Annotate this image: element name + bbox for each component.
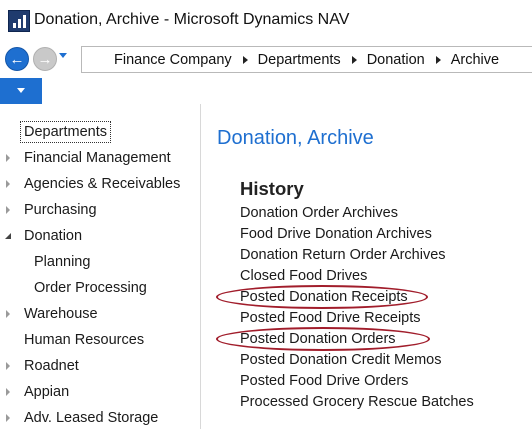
sidebar-item-adv-leased-storage[interactable]: Adv. Leased Storage <box>0 406 198 430</box>
sidebar-item-order-processing[interactable]: Order Processing <box>0 276 198 300</box>
expand-arrow-icon[interactable] <box>6 154 10 162</box>
breadcrumb-item[interactable]: Donation <box>367 52 425 68</box>
sidebar-item-warehouse[interactable]: Warehouse <box>0 302 198 326</box>
sidebar-item-label: Donation <box>24 228 83 244</box>
expand-arrow-icon[interactable] <box>6 388 10 396</box>
expand-arrow-icon[interactable] <box>6 180 10 188</box>
link-processed-grocery-rescue-batches[interactable]: Processed Grocery Rescue Batches <box>240 393 474 411</box>
link-closed-food-drives[interactable]: Closed Food Drives <box>240 267 367 285</box>
chevron-down-icon <box>17 88 25 93</box>
sidebar-item-roadnet[interactable]: Roadnet <box>0 354 198 378</box>
link-posted-donation-credit-memos[interactable]: Posted Donation Credit Memos <box>240 351 442 369</box>
dynamics-nav-icon <box>8 10 30 32</box>
navigation-bar: ← → Finance Company Departments Donation… <box>0 42 532 78</box>
title-bar: Donation, Archive - Microsoft Dynamics N… <box>0 0 532 42</box>
sidebar-item-label: Appian <box>24 384 70 400</box>
expand-arrow-icon[interactable] <box>6 414 10 422</box>
page-title: Donation, Archive <box>217 127 374 149</box>
sidebar-item-purchasing[interactable]: Purchasing <box>0 198 198 222</box>
sidebar-item-label: Purchasing <box>24 202 97 218</box>
history-heading: History <box>240 178 304 199</box>
expand-arrow-icon[interactable] <box>6 362 10 370</box>
expand-arrow-icon[interactable] <box>6 310 10 318</box>
sidebar-item-label: Planning <box>34 254 91 270</box>
breadcrumb-item[interactable]: Finance Company <box>114 52 232 68</box>
navigation-pane: Departments Financial Management Agencie… <box>0 104 201 429</box>
forward-arrow-icon[interactable]: → <box>33 47 57 71</box>
sidebar-item-appian[interactable]: Appian <box>0 380 198 404</box>
link-donation-order-archives[interactable]: Donation Order Archives <box>240 204 398 222</box>
sidebar-item-label: Human Resources <box>24 332 145 348</box>
sidebar-item-label: Order Processing <box>34 280 147 296</box>
application-menu-button[interactable] <box>0 78 42 104</box>
chevron-right-icon[interactable] <box>351 55 357 64</box>
chevron-right-icon[interactable] <box>242 55 248 64</box>
link-posted-food-drive-orders[interactable]: Posted Food Drive Orders <box>240 372 408 390</box>
sidebar-item-donation[interactable]: Donation <box>0 224 198 248</box>
breadcrumb[interactable]: Finance Company Departments Donation Arc… <box>81 46 532 73</box>
expand-arrow-icon[interactable] <box>6 206 10 214</box>
sidebar-item-label: Warehouse <box>24 306 98 322</box>
sidebar-item-financial-management[interactable]: Financial Management <box>0 146 198 170</box>
sidebar-item-agencies-receivables[interactable]: Agencies & Receivables <box>0 172 198 196</box>
collapse-arrow-icon[interactable] <box>5 233 11 239</box>
breadcrumb-item[interactable]: Archive <box>451 52 499 68</box>
link-posted-food-drive-receipts[interactable]: Posted Food Drive Receipts <box>240 309 421 327</box>
link-posted-donation-orders[interactable]: Posted Donation Orders <box>240 330 396 348</box>
chevron-right-icon[interactable] <box>435 55 441 64</box>
back-arrow-icon[interactable]: ← <box>5 47 29 71</box>
link-posted-donation-receipts[interactable]: Posted Donation Receipts <box>240 288 408 306</box>
sidebar-item-label: Roadnet <box>24 358 79 374</box>
link-food-drive-donation-archives[interactable]: Food Drive Donation Archives <box>240 225 432 243</box>
sidebar-item-human-resources[interactable]: Human Resources <box>0 328 198 352</box>
sidebar-item-label: Departments <box>20 121 112 143</box>
sidebar-item-label: Adv. Leased Storage <box>24 410 159 426</box>
history-dropdown-icon[interactable] <box>59 53 67 58</box>
sidebar-item-departments[interactable]: Departments <box>0 120 198 144</box>
sidebar-item-label: Agencies & Receivables <box>24 176 181 192</box>
sidebar-item-label: Financial Management <box>24 150 171 166</box>
window-title: Donation, Archive - Microsoft Dynamics N… <box>34 11 350 28</box>
link-donation-return-order-archives[interactable]: Donation Return Order Archives <box>240 246 446 264</box>
breadcrumb-item[interactable]: Departments <box>258 52 341 68</box>
sidebar-item-planning[interactable]: Planning <box>0 250 198 274</box>
